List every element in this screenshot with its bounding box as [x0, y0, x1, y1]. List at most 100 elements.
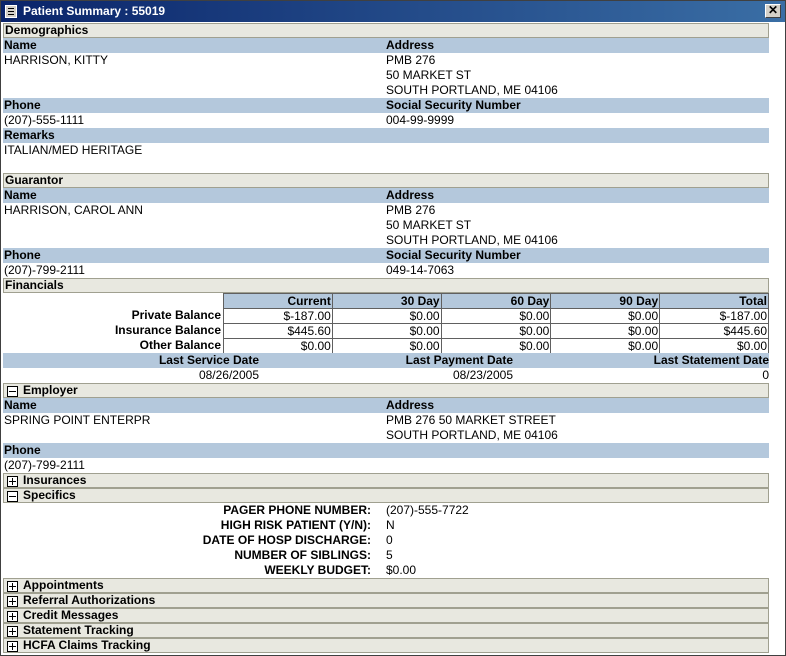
cell: $-187.00	[659, 308, 769, 324]
hcfa-claims-tracking-section-label: HCFA Claims Tracking	[23, 638, 151, 652]
close-button[interactable]: ✕	[765, 4, 781, 18]
employer-address-line2: SOUTH PORTLAND, ME 04106	[386, 428, 558, 442]
window-title: Patient Summary : 55019	[23, 4, 166, 18]
cell: $445.60	[223, 323, 333, 339]
referral-authorizations-section-header[interactable]: Referral Authorizations	[3, 593, 769, 608]
referral-authorizations-section-label: Referral Authorizations	[23, 593, 156, 607]
patient-ssn: 004-99-9999	[386, 113, 455, 127]
employer-section-label: Employer	[23, 383, 78, 397]
demographics-section-header: Demographics	[3, 23, 769, 38]
employer-address-label: Address	[386, 398, 435, 412]
expand-icon[interactable]	[7, 596, 18, 607]
cell: $-187.00	[223, 308, 333, 324]
credit-messages-section-header[interactable]: Credit Messages	[3, 608, 769, 623]
guarantor-name-label: Name	[4, 188, 37, 202]
table-row: $0.00 $0.00 $0.00 $0.00 $0.00	[223, 338, 769, 354]
name-label: Name	[4, 38, 37, 52]
patient-phone: (207)-555-1111	[4, 113, 85, 127]
insurance-balance-label: Insurance Balance	[114, 323, 221, 337]
ssn-label: Social Security Number	[386, 98, 521, 112]
credit-messages-section-label: Credit Messages	[23, 608, 119, 622]
specific-label: PAGER PHONE NUMBER:	[223, 503, 371, 517]
collapse-icon[interactable]	[7, 491, 18, 502]
cell: $0.00	[331, 323, 442, 339]
patient-address-line1: PMB 276	[386, 53, 436, 67]
guarantor-address-line3: SOUTH PORTLAND, ME 04106	[386, 233, 558, 247]
cell: $0.00	[331, 308, 442, 324]
last-payment-date: 08/23/2005	[452, 368, 513, 382]
patient-summary-window: Patient Summary : 55019 ✕ Demographics N…	[0, 0, 786, 656]
employer-header-row: Name Address	[3, 398, 769, 413]
cell: $0.00	[659, 338, 769, 354]
cell: $0.00	[550, 308, 661, 324]
address-label: Address	[386, 38, 435, 52]
col-total: Total	[659, 293, 769, 309]
last-statement-label: Last Statement Date	[653, 353, 769, 367]
hcfa-claims-tracking-section-header[interactable]: HCFA Claims Tracking	[3, 638, 769, 653]
insurances-section-label: Insurances	[23, 473, 87, 487]
employer-name: SPRING POINT ENTERPR	[4, 413, 151, 427]
cell: $0.00	[550, 338, 661, 354]
employer-address-line1: PMB 276 50 MARKET STREET	[386, 413, 556, 427]
cell: $445.60	[659, 323, 769, 339]
employer-phone-header: Phone	[3, 443, 769, 458]
table-row: $-187.00 $0.00 $0.00 $0.00 $-187.00	[223, 308, 769, 324]
guarantor-phone-label: Phone	[4, 248, 41, 262]
other-balance-label: Other Balance	[139, 338, 221, 352]
last-service-label: Last Service Date	[158, 353, 259, 367]
specifics-section-label: Specifics	[23, 488, 76, 502]
summary-content: Demographics Name Address HARRISON, KITT…	[3, 22, 769, 655]
cell: $0.00	[550, 323, 661, 339]
specific-value: 0	[386, 533, 393, 547]
specific-value: (207)-555-7722	[386, 503, 469, 517]
expand-icon[interactable]	[7, 626, 18, 637]
patient-name: HARRISON, KITTY	[4, 53, 109, 67]
collapse-icon[interactable]	[7, 386, 18, 397]
phone-label: Phone	[4, 98, 41, 112]
guarantor-address-line2: 50 MARKET ST	[386, 218, 472, 232]
cell: $0.00	[440, 323, 552, 339]
expand-icon[interactable]	[7, 581, 18, 592]
guarantor-section-header: Guarantor	[3, 173, 769, 188]
window-icon	[5, 5, 17, 18]
col-current: Current	[223, 293, 333, 309]
last-payment-label: Last Payment Date	[405, 353, 513, 367]
table-row: $445.60 $0.00 $0.00 $0.00 $445.60	[223, 323, 769, 339]
specific-value: $0.00	[386, 563, 417, 577]
expand-icon[interactable]	[7, 611, 18, 622]
financials-table: Current 30 Day 60 Day 90 Day Total $-187…	[223, 293, 769, 354]
title-bar[interactable]: Patient Summary : 55019 ✕	[1, 1, 785, 22]
appointments-section-header[interactable]: Appointments	[3, 578, 769, 593]
guarantor-name: HARRISON, CAROL ANN	[4, 203, 143, 217]
statement-tracking-section-header[interactable]: Statement Tracking	[3, 623, 769, 638]
remarks-header: Remarks	[3, 128, 769, 143]
patient-remarks: ITALIAN/MED HERITAGE	[4, 143, 143, 157]
specific-value: 5	[386, 548, 393, 562]
guarantor-address-label: Address	[386, 188, 435, 202]
last-statement-date: 0	[762, 368, 769, 382]
expand-icon[interactable]	[7, 641, 18, 652]
guarantor-address-line1: PMB 276	[386, 203, 436, 217]
patient-address-line2: 50 MARKET ST	[386, 68, 472, 82]
private-balance-label: Private Balance	[131, 308, 221, 322]
cell: $0.00	[440, 308, 552, 324]
expand-icon[interactable]	[7, 476, 18, 487]
guarantor-phone: (207)-799-2111	[4, 263, 85, 277]
demographics-header-row: Name Address	[3, 38, 769, 53]
guarantor-header-row: Name Address	[3, 188, 769, 203]
specific-label: DATE OF HOSP DISCHARGE:	[202, 533, 371, 547]
insurances-section-header[interactable]: Insurances	[3, 473, 769, 488]
last-service-date: 08/26/2005	[198, 368, 259, 382]
specific-label: WEEKLY BUDGET:	[264, 563, 371, 577]
cell: $0.00	[223, 338, 333, 354]
specific-value: N	[386, 518, 395, 532]
patient-address-line3: SOUTH PORTLAND, ME 04106	[386, 83, 558, 97]
col-90-day: 90 Day	[550, 293, 661, 309]
employer-section-header[interactable]: Employer	[3, 383, 769, 398]
cell: $0.00	[331, 338, 442, 354]
guarantor-ssn-label: Social Security Number	[386, 248, 521, 262]
employer-phone: (207)-799-2111	[4, 458, 85, 472]
statement-tracking-section-label: Statement Tracking	[23, 623, 134, 637]
col-30-day: 30 Day	[331, 293, 442, 309]
specifics-section-header[interactable]: Specifics	[3, 488, 769, 503]
